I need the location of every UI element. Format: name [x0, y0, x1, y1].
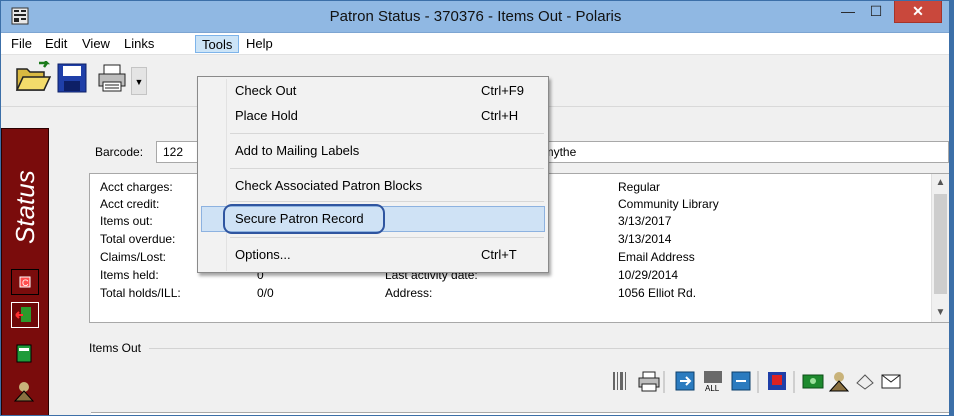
renew-selected-icon[interactable]: [729, 369, 753, 393]
minimize-button[interactable]: —: [834, 1, 862, 23]
patron-icon[interactable]: [11, 379, 39, 405]
svg-text:Status: Status: [10, 170, 40, 244]
menu-item-shortcut: Ctrl+H: [481, 108, 519, 123]
summary-label: Items out:: [100, 214, 153, 228]
summary-scrollbar[interactable]: ▲ ▼: [931, 174, 949, 322]
lost-icon[interactable]: [853, 369, 877, 393]
renew-icon[interactable]: [673, 369, 697, 393]
app-window: Patron Status - 370376 - Items Out - Pol…: [0, 0, 954, 416]
summary-label: Address:: [385, 286, 433, 300]
summary-value: 1056 Elliot Rd.: [618, 286, 697, 300]
scroll-down-icon[interactable]: ▼: [932, 304, 949, 321]
print-icon[interactable]: [637, 369, 661, 393]
summary-value: Regular: [618, 180, 661, 194]
menu-item-label: Add to Mailing Labels: [235, 143, 360, 158]
menu-item-label: Check Out: [235, 83, 297, 98]
claim-icon[interactable]: [827, 369, 851, 393]
svg-text:C: C: [22, 278, 29, 288]
toolbar-separator: [757, 371, 759, 393]
summary-label: Total holds/ILL:: [100, 286, 181, 300]
menu-separator: [230, 237, 544, 238]
renew-all-icon[interactable]: ALL: [701, 369, 725, 393]
save-icon[interactable]: [57, 63, 87, 93]
items-out-group-label: Items Out: [89, 341, 146, 355]
summary-value: Community Library: [618, 197, 719, 211]
menu-item-shortcut: Ctrl+F9: [481, 83, 524, 98]
toolbar-separator: [663, 371, 665, 393]
items-out-list[interactable]: [91, 412, 949, 415]
items-out-divider: [149, 348, 949, 349]
svg-text:ALL: ALL: [705, 384, 720, 393]
menu-item-shortcut: Ctrl+T: [481, 247, 517, 262]
menu-tools[interactable]: Tools: [195, 35, 240, 53]
window-title: Patron Status - 370376 - Items Out - Pol…: [329, 8, 622, 25]
summary-label: Acct charges:: [100, 180, 173, 194]
menu-help[interactable]: Help: [240, 35, 279, 53]
maximize-button[interactable]: ☐: [862, 1, 890, 23]
menu-item-check-out[interactable]: Check Out Ctrl+F9: [198, 80, 548, 102]
barcode-label: Barcode:: [95, 145, 144, 159]
open-folder-icon[interactable]: [15, 61, 51, 93]
dropdown-arrow-icon[interactable]: ▼: [131, 67, 147, 95]
print-icon[interactable]: [97, 63, 127, 93]
menu-file[interactable]: File: [5, 35, 38, 53]
toolbar-separator: [793, 371, 795, 393]
summary-label: Total overdue:: [100, 232, 176, 246]
summary-value: 0/0: [257, 286, 274, 300]
close-button[interactable]: ✕: [894, 1, 942, 23]
summary-value: 10/29/2014: [618, 268, 679, 282]
menu-view[interactable]: View: [76, 35, 116, 53]
menu-item-place-hold[interactable]: Place Hold Ctrl+H: [198, 105, 548, 127]
items-out-icon[interactable]: [11, 302, 39, 328]
title-bar: Patron Status - 370376 - Items Out - Pol…: [1, 1, 949, 33]
barcode-scan-icon[interactable]: [609, 369, 633, 393]
checkout-icon[interactable]: C: [11, 269, 39, 295]
summary-value: 3/13/2014: [618, 232, 672, 246]
menu-item-label: Options...: [235, 247, 291, 262]
menu-bar: File Edit View Links Tools Help: [1, 33, 949, 55]
sidebar-title: Status: [10, 170, 40, 244]
scroll-thumb[interactable]: [934, 194, 947, 294]
money-icon[interactable]: [801, 369, 825, 393]
menu-edit[interactable]: Edit: [39, 35, 73, 53]
callout-highlight: [223, 204, 385, 234]
summary-label: Items held:: [100, 268, 159, 282]
menu-item-label: Place Hold: [235, 108, 298, 123]
menu-item-options[interactable]: Options... Ctrl+T: [198, 244, 548, 266]
summary-label: Acct credit:: [100, 197, 160, 211]
patron-name-field[interactable]: rold T Smythe: [498, 141, 949, 163]
email-icon[interactable]: [879, 369, 903, 393]
menu-links[interactable]: Links: [118, 35, 160, 53]
status-sidebar: Status C: [1, 128, 49, 415]
summary-value: 3/13/2017: [618, 214, 672, 228]
menu-item-add-to-mailing-labels[interactable]: Add to Mailing Labels: [198, 140, 548, 162]
scroll-up-icon[interactable]: ▲: [932, 174, 949, 191]
menu-item-check-associated-patron-blocks[interactable]: Check Associated Patron Blocks: [198, 175, 548, 197]
menu-item-label: Check Associated Patron Blocks: [235, 178, 423, 193]
bill-icon[interactable]: [765, 369, 789, 393]
menu-separator: [230, 133, 544, 134]
summary-label: Claims/Lost:: [100, 250, 167, 264]
tools-menu-dropdown: Check Out Ctrl+F9 Place Hold Ctrl+H Add …: [197, 76, 549, 273]
menu-separator: [230, 168, 544, 169]
menu-separator: [230, 201, 544, 202]
register-icon[interactable]: [11, 341, 39, 367]
summary-value: Email Address: [618, 250, 695, 264]
